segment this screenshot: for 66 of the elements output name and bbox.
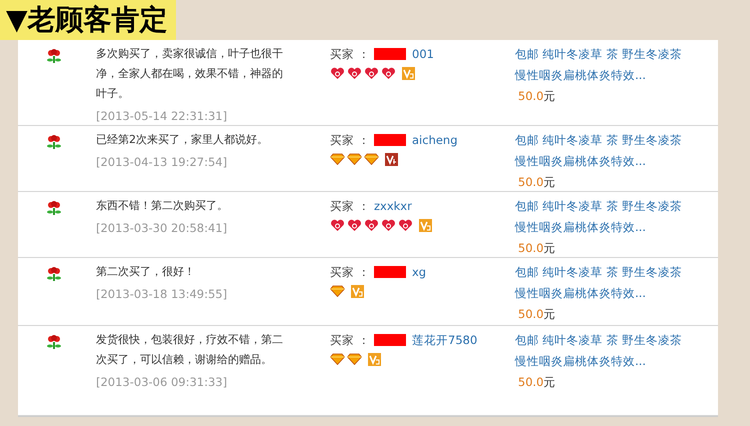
heart-icon — [347, 66, 362, 80]
currency: 元 — [544, 374, 556, 391]
buyer-label: 买家 — [330, 198, 354, 215]
flower-icon — [46, 200, 62, 216]
flower-icon — [46, 266, 62, 282]
colon-text: ： — [358, 264, 370, 281]
review-time: [2013-04-13 19:27:54] — [96, 154, 228, 171]
currency: 元 — [544, 88, 556, 105]
price: 50.0 — [518, 174, 544, 191]
heart-icon — [364, 66, 379, 80]
buyer-name[interactable]: aicheng — [412, 130, 458, 150]
review-time: [2013-05-14 22:31:31] — [96, 108, 228, 125]
buyer-label: 买家 — [330, 264, 354, 281]
level-icon — [385, 152, 398, 166]
flower-icon — [46, 48, 62, 64]
review-time: [2013-03-30 20:58:41] — [96, 220, 228, 237]
buyer-label: 买家 — [330, 132, 354, 149]
product-link[interactable]: 包邮 纯叶冬凌草 茶 野生冬凌茶慢性咽炎扁桃体炎特效... — [515, 262, 685, 304]
level-icon — [368, 352, 381, 366]
currency: 元 — [544, 240, 556, 257]
level-icon — [419, 218, 432, 232]
review-comment: 东西不错！第二次购买了。 — [96, 198, 229, 214]
level-icon — [351, 284, 364, 298]
product-link[interactable]: 包邮 纯叶冬凌草 茶 野生冬凌茶慢性咽炎扁桃体炎特效... — [515, 44, 685, 86]
review-comment: 第二次买了，很好！ — [96, 264, 196, 280]
buyer-name[interactable]: zxxkxr — [374, 196, 412, 216]
heart-icon — [330, 66, 345, 80]
level-icon — [402, 66, 415, 80]
buyer-label: 买家 — [330, 332, 354, 349]
price: 50.0 — [518, 88, 544, 105]
review-comment: 多次购买了，卖家很诚信，叶子也很干净，全家人都在喝，效果不错，神器的叶子。 — [96, 46, 284, 102]
price: 50.0 — [518, 374, 544, 391]
buyer-name[interactable]: 001 — [412, 44, 434, 64]
review-comment: 已经第2次来买了，家里人都说好。 — [96, 132, 269, 148]
heart-icon — [347, 218, 362, 232]
diamond-icon — [347, 353, 362, 365]
heart-icon — [381, 66, 396, 80]
heart-icon — [364, 218, 379, 232]
colon-text: ： — [358, 332, 370, 349]
buyer-label: 买家 — [330, 46, 354, 63]
price: 50.0 — [518, 306, 544, 323]
product-link[interactable]: 包邮 纯叶冬凌草 茶 野生冬凌茶慢性咽炎扁桃体炎特效... — [515, 196, 685, 238]
review-comment: 发货很快，包装很好，疗效不错，第二次买了，可以信赖，谢谢给的赠品。 — [96, 332, 284, 368]
section-title: ▼老顾客肯定 — [0, 0, 176, 40]
diamond-icon — [330, 153, 345, 165]
buyer-name[interactable]: 莲花开7580 — [412, 330, 478, 350]
currency: 元 — [544, 174, 556, 191]
flower-icon — [46, 134, 62, 150]
currency: 元 — [544, 306, 556, 323]
price: 50.0 — [518, 240, 544, 257]
colon-text: ： — [358, 198, 370, 215]
flower-icon — [46, 334, 62, 350]
review-time: [2013-03-18 13:49:55] — [96, 286, 228, 303]
colon-text: ： — [358, 132, 370, 149]
product-link[interactable]: 包邮 纯叶冬凌草 茶 野生冬凌茶慢性咽炎扁桃体炎特效... — [515, 130, 685, 172]
product-link[interactable]: 包邮 纯叶冬凌草 茶 野生冬凌茶慢性咽炎扁桃体炎特效... — [515, 330, 685, 372]
heart-icon — [398, 218, 413, 232]
diamond-icon — [330, 285, 345, 297]
heart-icon — [381, 218, 396, 232]
review-time: [2013-03-06 09:31:33] — [96, 374, 228, 391]
colon-text: ： — [358, 46, 370, 63]
heart-icon — [330, 218, 345, 232]
diamond-icon — [347, 153, 362, 165]
diamond-icon — [364, 153, 379, 165]
buyer-name[interactable]: xg — [412, 262, 426, 282]
diamond-icon — [330, 353, 345, 365]
